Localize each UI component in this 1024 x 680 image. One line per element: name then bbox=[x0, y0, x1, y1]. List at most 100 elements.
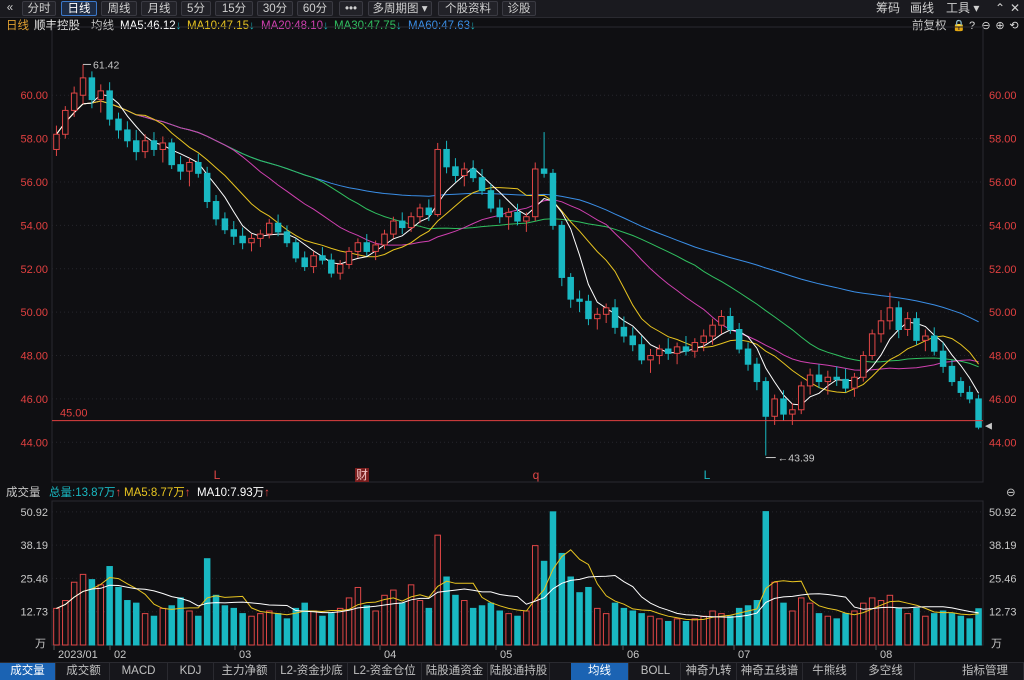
candle-body bbox=[638, 344, 645, 361]
volume-bar bbox=[567, 576, 574, 646]
period-button-0[interactable]: 分时 bbox=[22, 1, 56, 16]
volume-tick-left: 38.19 bbox=[20, 540, 48, 552]
indicator-tab-4[interactable]: 主力净额 bbox=[214, 663, 276, 680]
period-button-10[interactable]: 个股资料 bbox=[438, 1, 498, 16]
indicator-tab-9[interactable]: 均线 bbox=[571, 663, 629, 680]
indicator-tab-11[interactable]: 神奇九转 bbox=[681, 663, 737, 680]
volume-bar bbox=[328, 613, 335, 646]
volume-bar bbox=[469, 607, 477, 646]
event-marker: 财 bbox=[356, 468, 368, 482]
volume-bar bbox=[115, 586, 122, 646]
candle-body bbox=[523, 216, 530, 222]
candle-body bbox=[398, 220, 406, 229]
event-marker: q bbox=[533, 468, 540, 482]
candle-body bbox=[877, 320, 885, 335]
volume-bar bbox=[540, 560, 548, 646]
volume-bar bbox=[656, 618, 663, 646]
volume-bar bbox=[585, 586, 592, 646]
volume-bar bbox=[195, 615, 202, 646]
candle-body bbox=[700, 335, 707, 344]
volume-bar bbox=[248, 615, 255, 646]
indicator-tab-5[interactable]: L2-资金抄底 bbox=[276, 663, 348, 680]
indicator-tab-14[interactable]: 多空线 bbox=[857, 663, 915, 680]
volume-bar bbox=[602, 613, 610, 646]
back-icon[interactable]: « bbox=[2, 1, 18, 16]
candle-body bbox=[407, 216, 415, 229]
volume-bar bbox=[398, 602, 406, 646]
date-label: 06 bbox=[627, 649, 639, 661]
volume-bar bbox=[354, 586, 362, 646]
volume-bar bbox=[407, 584, 415, 646]
candle-body bbox=[443, 148, 450, 168]
indicator-tab-6[interactable]: L2-资金仓位 bbox=[348, 663, 422, 680]
candle-body bbox=[79, 77, 87, 96]
tools-dropdown[interactable]: 工具 ▾ bbox=[946, 1, 979, 16]
candle-body bbox=[70, 92, 78, 111]
date-label: 08 bbox=[880, 649, 892, 661]
candle-body bbox=[363, 242, 371, 252]
volume-info-bar: 成交量 总量:13.87万↑ MA5:8.77万↑ MA10:7.93万↑ ⊖ bbox=[0, 485, 1024, 502]
indicator-tab-7[interactable]: 陆股通资金 bbox=[422, 663, 488, 680]
period-button-1[interactable]: 日线 bbox=[61, 1, 97, 16]
price-tick-left: 52.00 bbox=[20, 264, 48, 276]
volume-bar bbox=[957, 615, 965, 646]
candle-body bbox=[815, 374, 823, 383]
indicator-tab-15[interactable]: 指标管理 bbox=[947, 663, 1024, 680]
volume-bar bbox=[620, 607, 628, 646]
candle-body bbox=[647, 355, 654, 361]
volume-bar bbox=[718, 613, 725, 646]
kline-chart[interactable]: 60.00 60.00 58.00 58.00 56.00 56.00 54.00 54.00… bbox=[0, 17, 1024, 662]
period-button-8[interactable]: ••• bbox=[339, 1, 363, 16]
candle-body bbox=[203, 172, 211, 203]
volume-total: 总量:13.87万↑ bbox=[49, 487, 122, 499]
cursor-arrow-icon: ◀ bbox=[985, 421, 992, 431]
indicator-tab-12[interactable]: 神奇五线谱 bbox=[737, 663, 803, 680]
period-button-2[interactable]: 周线 bbox=[101, 1, 137, 16]
indicator-tab-0[interactable]: 成交量 bbox=[0, 663, 56, 680]
candle-body bbox=[576, 298, 583, 302]
period-button-7[interactable]: 60分 bbox=[297, 1, 333, 16]
indicator-tab-1[interactable]: 成交额 bbox=[58, 663, 110, 680]
volume-bar bbox=[274, 613, 282, 646]
candle-body bbox=[283, 231, 291, 244]
candle-body bbox=[496, 207, 504, 218]
indicator-tab-3[interactable]: KDJ bbox=[168, 663, 214, 680]
candle-body bbox=[611, 307, 619, 328]
indicator-tab-2[interactable]: MACD bbox=[110, 663, 168, 680]
candle-body bbox=[567, 276, 574, 300]
volume-bar bbox=[966, 618, 973, 646]
indicator-tab-10[interactable]: BOLL bbox=[631, 663, 681, 680]
period-button-3[interactable]: 月线 bbox=[141, 1, 177, 16]
draw-line-button[interactable]: 画线 bbox=[910, 1, 934, 16]
volume-bar bbox=[806, 602, 814, 646]
volume-bar bbox=[638, 613, 645, 646]
volume-bar bbox=[487, 602, 495, 646]
candle-body bbox=[824, 376, 832, 383]
candle-body bbox=[558, 224, 566, 278]
candle-body bbox=[248, 237, 255, 244]
volume-bar bbox=[416, 600, 424, 646]
volume-tick-right: 12.73 bbox=[989, 607, 1017, 619]
price-tick-right: 48.00 bbox=[989, 351, 1017, 363]
volume-bar bbox=[505, 613, 512, 646]
volume-bar bbox=[230, 607, 238, 646]
volume-bar bbox=[833, 618, 840, 646]
candle-body bbox=[540, 168, 548, 174]
period-button-9[interactable]: 多周期图 ▾ bbox=[368, 1, 432, 16]
close-icon[interactable]: ✕ bbox=[1010, 1, 1020, 16]
period-button-5[interactable]: 15分 bbox=[215, 1, 253, 16]
candle-body bbox=[434, 148, 441, 216]
volume-bar bbox=[673, 618, 681, 646]
volume-bar bbox=[664, 620, 672, 646]
indicator-tab-8[interactable]: 陆股通持股 bbox=[488, 663, 550, 680]
volume-bar bbox=[948, 613, 956, 646]
volume-bar bbox=[496, 610, 504, 646]
volume-settings-icon[interactable]: ⊖ bbox=[1006, 485, 1016, 502]
indicator-tab-13[interactable]: 牛熊线 bbox=[803, 663, 857, 680]
period-button-6[interactable]: 30分 bbox=[257, 1, 293, 16]
chevron-up-icon[interactable]: ⌃ bbox=[995, 1, 1005, 16]
period-button-11[interactable]: 诊股 bbox=[502, 1, 536, 16]
period-button-4[interactable]: 5分 bbox=[181, 1, 211, 16]
candle-body bbox=[150, 140, 158, 150]
chips-button[interactable]: 筹码 bbox=[876, 1, 900, 16]
